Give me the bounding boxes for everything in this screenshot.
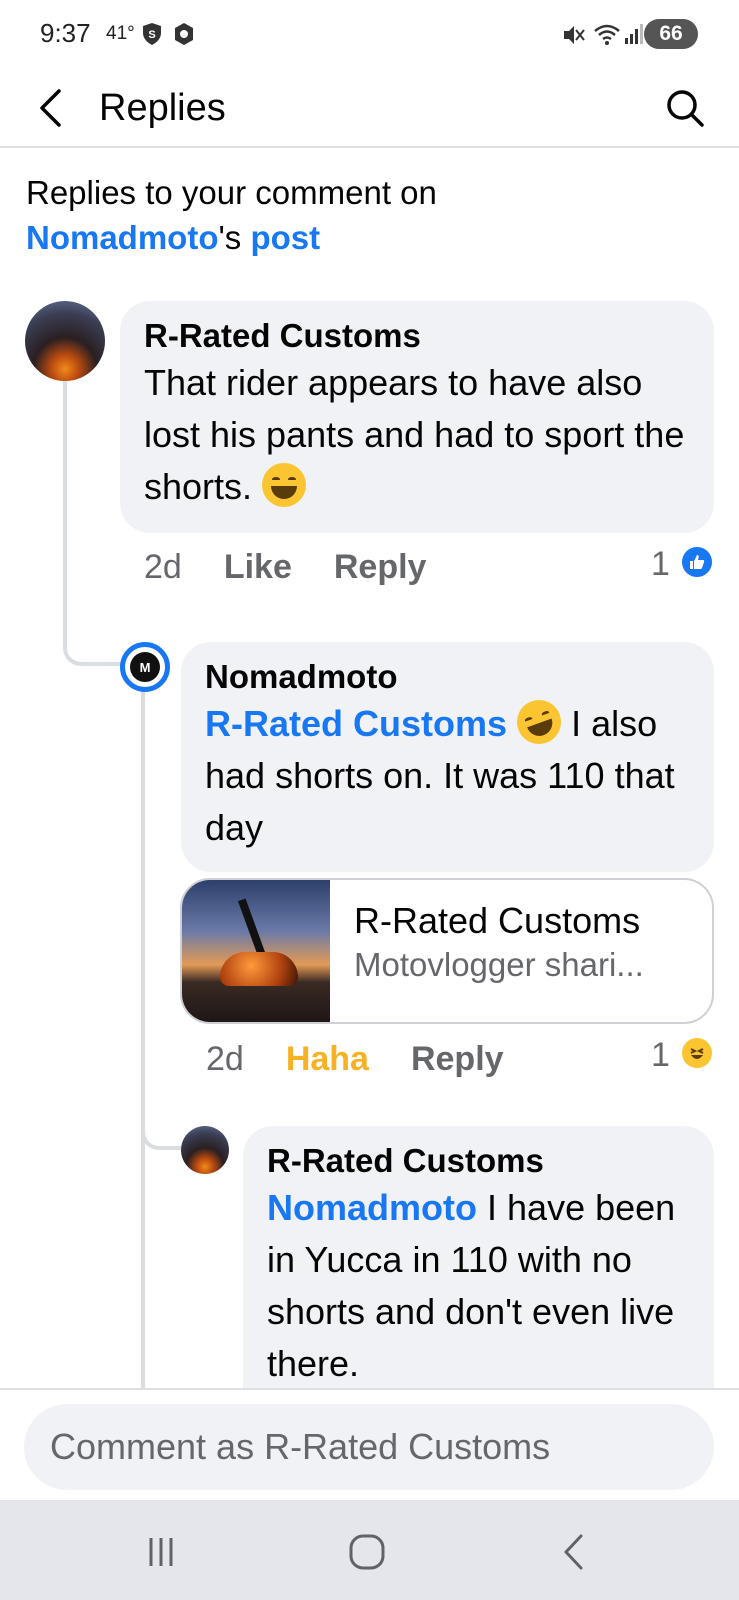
reply-button[interactable]: Reply: [411, 1040, 504, 1079]
status-bar: 9:37 41° S 66: [0, 0, 739, 70]
comment-timestamp: 2d: [144, 548, 182, 586]
hexagon-app-icon: [173, 22, 195, 51]
home-icon: [349, 1534, 385, 1570]
system-nav-bar: [0, 1500, 739, 1600]
comment-input[interactable]: Comment as R-Rated Customs: [24, 1404, 714, 1490]
like-button[interactable]: Like: [224, 548, 292, 587]
haha-reaction-button[interactable]: Haha: [286, 1040, 369, 1079]
post-link[interactable]: post: [250, 219, 320, 256]
thread-connector: [63, 620, 121, 666]
comment-author[interactable]: R-Rated Customs: [267, 1140, 690, 1182]
comment-text: R-Rated Customs I also had shorts on. It…: [205, 693, 690, 854]
reaction-count[interactable]: 1: [651, 545, 670, 584]
replies-intro: Replies to your comment on Nomadmoto's p…: [26, 170, 716, 260]
comment-author[interactable]: R-Rated Customs: [144, 315, 690, 357]
thread-connector: [141, 1116, 181, 1150]
search-button[interactable]: [660, 80, 710, 136]
chevron-left-icon: [40, 89, 61, 127]
reply-button[interactable]: Reply: [334, 548, 427, 587]
preview-subtitle: Motovlogger shari...: [354, 946, 644, 983]
link-preview-card[interactable]: R-Rated Customs Motovlogger shari...: [180, 878, 714, 1024]
signal-icon: [624, 22, 644, 51]
avatar[interactable]: [181, 1126, 229, 1174]
comment-meta: 2d Like Reply: [144, 548, 468, 587]
avatar[interactable]: M: [120, 642, 170, 692]
recent-apps-icon: [149, 1538, 173, 1566]
preview-title: R-Rated Customs: [354, 900, 641, 941]
mention-link[interactable]: Nomadmoto: [267, 1187, 477, 1228]
page-title: Replies: [99, 87, 226, 129]
comment-author[interactable]: Nomadmoto: [205, 656, 690, 698]
search-icon: [667, 90, 704, 127]
avatar[interactable]: [25, 301, 105, 381]
page-name-link[interactable]: Nomadmoto: [26, 219, 219, 256]
comment-text: Nomadmoto I have been in Yucca in 110 wi…: [267, 1182, 690, 1390]
comment-body: That rider appears to have also lost his…: [144, 362, 685, 507]
system-back-button[interactable]: [543, 1530, 603, 1574]
comment-bubble: R-Rated Customs That rider appears to ha…: [120, 301, 714, 533]
mention-link[interactable]: R-Rated Customs: [205, 703, 507, 744]
back-button[interactable]: [28, 78, 72, 138]
battery-indicator: 66: [644, 19, 698, 49]
comment-composer-bar: Comment as R-Rated Customs: [0, 1388, 739, 1500]
reaction-count[interactable]: 1: [651, 1036, 670, 1075]
intro-prefix: Replies to your comment on: [26, 174, 437, 211]
grinning-face-emoji-icon: [262, 463, 307, 507]
haha-reaction-icon: [680, 1036, 714, 1070]
back-arrow-icon: [564, 1534, 583, 1570]
intro-possessive: 's: [218, 219, 242, 256]
comment-timestamp: 2d: [206, 1040, 244, 1078]
wifi-icon: [593, 22, 621, 53]
mute-vibrate-icon: [560, 22, 586, 53]
like-reaction-icon: [680, 545, 714, 579]
app-header: Replies: [0, 70, 739, 148]
rolling-laughing-emoji-icon: [510, 693, 568, 751]
shield-s-icon: S: [141, 22, 163, 51]
comment-meta: 2d Haha Reply: [206, 1040, 546, 1079]
status-temperature: 41°: [106, 23, 135, 44]
svg-text:S: S: [148, 29, 155, 41]
recent-apps-button[interactable]: [131, 1530, 191, 1574]
comment-bubble: R-Rated Customs Nomadmoto I have been in…: [243, 1126, 714, 1416]
thread-line: [63, 380, 67, 645]
status-time: 9:37: [40, 18, 91, 48]
preview-thumbnail: [182, 880, 330, 1022]
home-button[interactable]: [337, 1530, 397, 1574]
comment-text: That rider appears to have also lost his…: [144, 357, 690, 513]
comment-bubble: Nomadmoto R-Rated Customs I also had sho…: [181, 642, 714, 872]
thread-line: [141, 690, 145, 1388]
